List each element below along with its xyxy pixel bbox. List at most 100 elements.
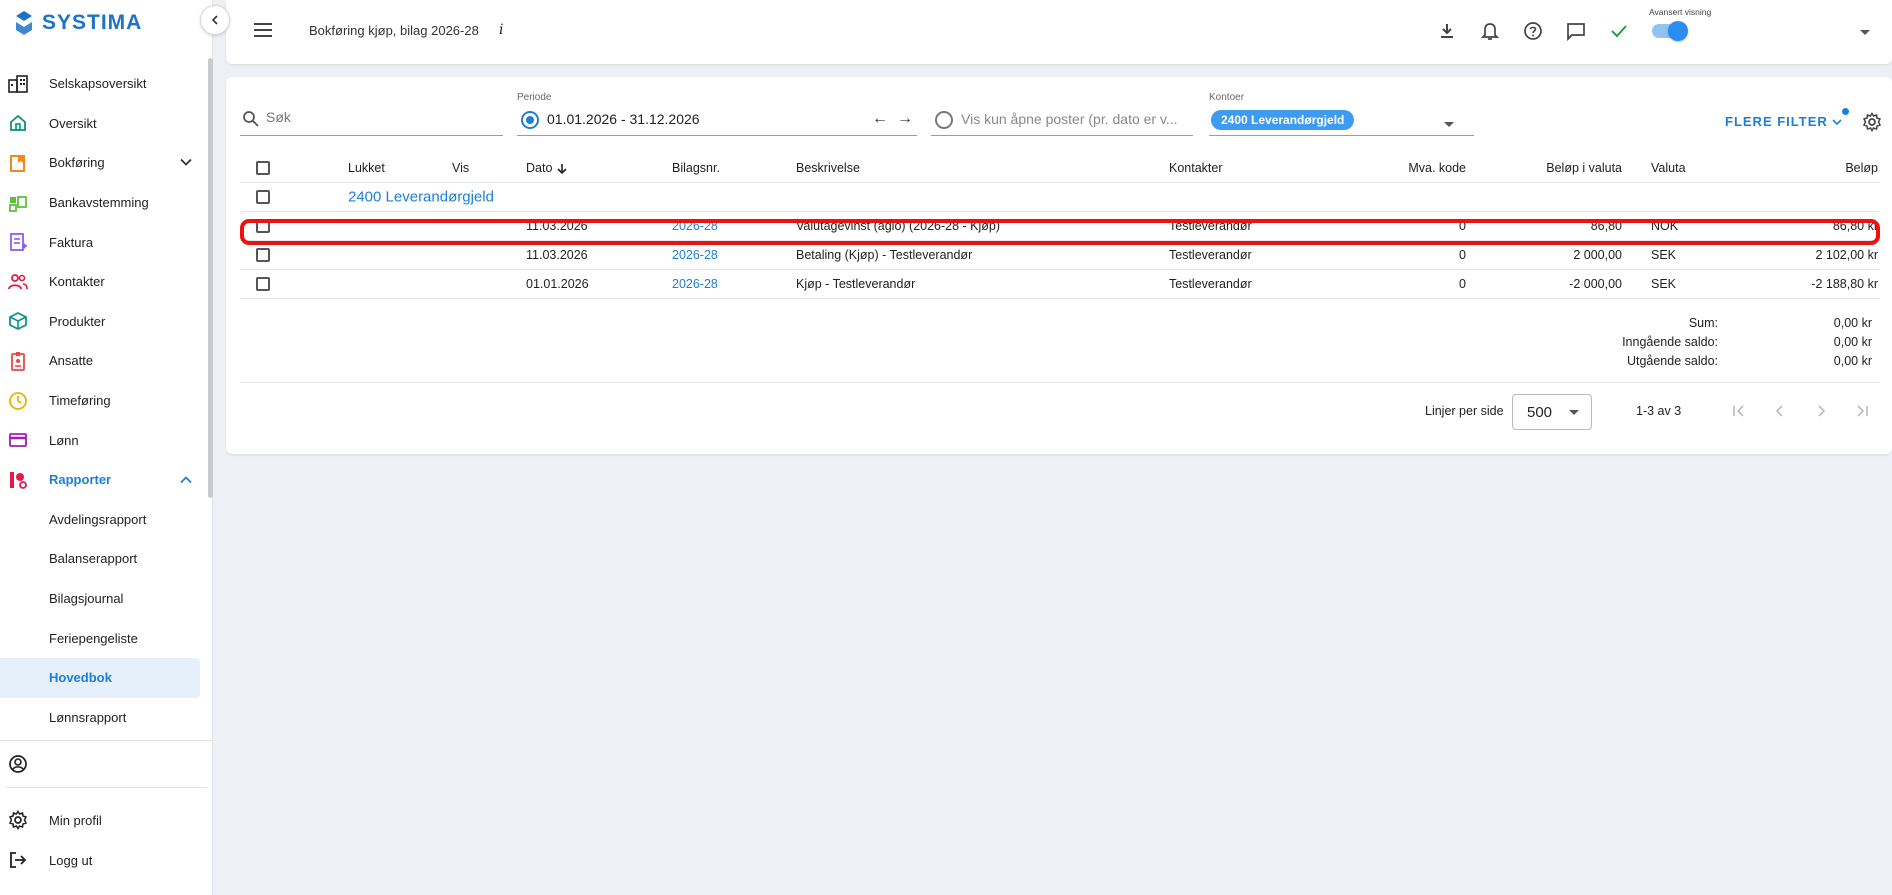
chevron-left-icon	[211, 15, 218, 25]
sidebar-item-label: Faktura	[49, 234, 94, 250]
sidebar-scrollbar[interactable]	[208, 58, 213, 498]
chevron-down-icon[interactable]	[1443, 116, 1455, 132]
accounts-select[interactable]: 2400 Leverandørgjeld	[1209, 103, 1474, 136]
sidebar-item-bankavstemming[interactable]: Bankavstemming	[0, 183, 205, 223]
period-field[interactable]: 01.01.2026 - 31.12.2026 ← →	[517, 103, 917, 136]
info-icon[interactable]: i	[499, 22, 503, 38]
cell-beskrivelse: Betaling (Kjøp) - Testleverandør	[796, 248, 973, 262]
sidebar-subitem-label: Feriepengeliste	[49, 630, 138, 646]
group-checkbox[interactable]	[256, 190, 270, 204]
sidebar-subitem-hovedbok[interactable]: Hovedbok	[0, 657, 200, 698]
open-posts-text: Vis kun åpne poster (pr. dato er v...	[961, 111, 1178, 127]
table-header-row: Lukket Vis Dato Bilagsnr. Beskrivelse Ko…	[240, 154, 1880, 183]
sidebar-item-produkter[interactable]: Produkter	[0, 302, 205, 342]
header-dropdown-icon[interactable]	[1859, 24, 1871, 40]
search-icon	[242, 110, 260, 131]
cell-bilagsnr-link[interactable]: 2026-28	[672, 219, 718, 233]
open-posts-radio[interactable]	[935, 111, 953, 129]
systima-logo[interactable]: SYSTIMA	[12, 10, 142, 36]
sidebar-item-selskapsoversikt[interactable]: Selskapsoversikt	[0, 64, 205, 104]
col-header-beskrivelse[interactable]: Beskrivelse	[796, 161, 860, 175]
cell-bilagsnr-link[interactable]: 2026-28	[672, 248, 718, 262]
sidebar-subitem-avdelingsrapport[interactable]: Avdelingsrapport	[0, 500, 205, 540]
col-header-bilagsnr[interactable]: Bilagsnr.	[672, 161, 720, 175]
cell-dato: 11.03.2026	[526, 248, 588, 262]
card-icon	[7, 429, 29, 451]
first-page-icon[interactable]	[1728, 400, 1750, 422]
next-page-icon[interactable]	[1810, 400, 1832, 422]
sidebar-item-label: Oversikt	[49, 115, 97, 131]
row-checkbox[interactable]	[256, 277, 270, 291]
sidebar-item-label: Bankavstemming	[49, 195, 149, 211]
logout-link[interactable]: Logg ut	[0, 840, 213, 880]
col-header-lukket[interactable]: Lukket	[348, 161, 385, 175]
chat-icon[interactable]	[1565, 20, 1587, 42]
arrow-right-icon[interactable]: →	[897, 110, 913, 128]
building-icon	[7, 73, 29, 95]
cell-kontakt: Testleverandør	[1169, 248, 1252, 262]
collapse-sidebar-button[interactable]	[200, 5, 230, 35]
min-profil-link[interactable]: Min profil	[0, 800, 213, 840]
chevron-up-icon[interactable]	[179, 472, 193, 487]
sidebar-subitem-label: Hovedbok	[49, 670, 112, 686]
search-input[interactable]	[266, 109, 496, 125]
row-checkbox[interactable]	[256, 219, 270, 233]
table-settings-icon[interactable]	[1862, 112, 1882, 135]
sidebar-item-timeforing[interactable]: Timeføring	[0, 381, 205, 421]
previous-page-icon[interactable]	[1769, 400, 1791, 422]
group-account-link[interactable]: 2400 Leverandørgjeld	[348, 189, 494, 206]
col-header-kontakter[interactable]: Kontakter	[1169, 161, 1223, 175]
arrow-left-icon[interactable]: ←	[872, 110, 888, 128]
cell-bilagsnr-link[interactable]: 2026-28	[672, 277, 718, 291]
sidebar-item-faktura[interactable]: Faktura	[0, 222, 205, 262]
reports-icon	[7, 469, 29, 491]
page-title: Bokføring kjøp, bilag 2026-28	[309, 23, 479, 38]
sidebar-item-label: Kontakter	[49, 274, 105, 290]
sidebar-item-lonn[interactable]: Lønn	[0, 420, 205, 460]
summary-divider	[240, 382, 1880, 383]
download-icon[interactable]	[1436, 20, 1458, 42]
user-account-button[interactable]	[0, 741, 213, 787]
sidebar-item-rapporter[interactable]: Rapporter	[0, 460, 205, 500]
main-nav: Selskapsoversikt Oversikt Bokføring Bank…	[0, 64, 205, 737]
more-filters-button[interactable]: FLERE FILTER	[1725, 114, 1842, 129]
cell-valuta: NOK	[1651, 219, 1679, 233]
checkmark-icon[interactable]	[1608, 20, 1630, 42]
last-page-icon[interactable]	[1851, 400, 1873, 422]
chevron-down-icon[interactable]	[179, 155, 193, 170]
cell-dato: 01.01.2026	[526, 277, 589, 291]
bell-icon[interactable]	[1479, 20, 1501, 42]
open-posts-field[interactable]: Vis kun åpne poster (pr. dato er v...	[931, 103, 1193, 136]
account-chip[interactable]: 2400 Leverandørgjeld	[1211, 110, 1355, 130]
home-icon	[7, 112, 29, 134]
sidebar-item-oversikt[interactable]: Oversikt	[0, 104, 205, 144]
help-icon[interactable]	[1522, 20, 1544, 42]
menu-icon[interactable]	[253, 22, 273, 41]
advanced-view-toggle[interactable]	[1652, 21, 1688, 41]
select-all-checkbox[interactable]	[256, 161, 270, 175]
closing-balance-label: Utgående saldo:	[1626, 354, 1718, 368]
sidebar-subitem-bilagsjournal[interactable]: Bilagsjournal	[0, 579, 205, 619]
sidebar-item-ansatte[interactable]: Ansatte	[0, 341, 205, 381]
sidebar-item-bokforing[interactable]: Bokføring	[0, 143, 205, 183]
sidebar-item-label: Selskapsoversikt	[49, 76, 147, 92]
sidebar-item-kontakter[interactable]: Kontakter	[0, 262, 205, 302]
cell-belop: 86,80 kr	[1832, 219, 1878, 233]
sidebar-subitem-balanserapport[interactable]: Balanserapport	[0, 539, 205, 579]
sidebar-item-label: Bokføring	[49, 155, 105, 171]
row-checkbox[interactable]	[256, 248, 270, 262]
col-header-mva[interactable]: Mva. kode	[1408, 161, 1466, 175]
rows-per-page-select[interactable]: 500	[1512, 394, 1592, 430]
opening-balance-label: Inngående saldo:	[1622, 335, 1718, 349]
sidebar-divider	[6, 787, 207, 788]
col-header-dato[interactable]: Dato	[526, 161, 568, 175]
col-header-belop-valuta[interactable]: Beløp i valuta	[1546, 161, 1622, 175]
period-radio[interactable]	[521, 111, 539, 129]
sidebar-subitem-lonnsrapport[interactable]: Lønnsrapport	[0, 698, 205, 738]
rows-per-page-label: Linjer per side	[1425, 404, 1504, 418]
search-field[interactable]	[240, 103, 503, 136]
col-header-valuta[interactable]: Valuta	[1651, 161, 1686, 175]
col-header-belop[interactable]: Beløp	[1845, 161, 1878, 175]
sidebar-subitem-feriepengeliste[interactable]: Feriepengeliste	[0, 618, 205, 658]
col-header-vis[interactable]: Vis	[452, 161, 469, 175]
